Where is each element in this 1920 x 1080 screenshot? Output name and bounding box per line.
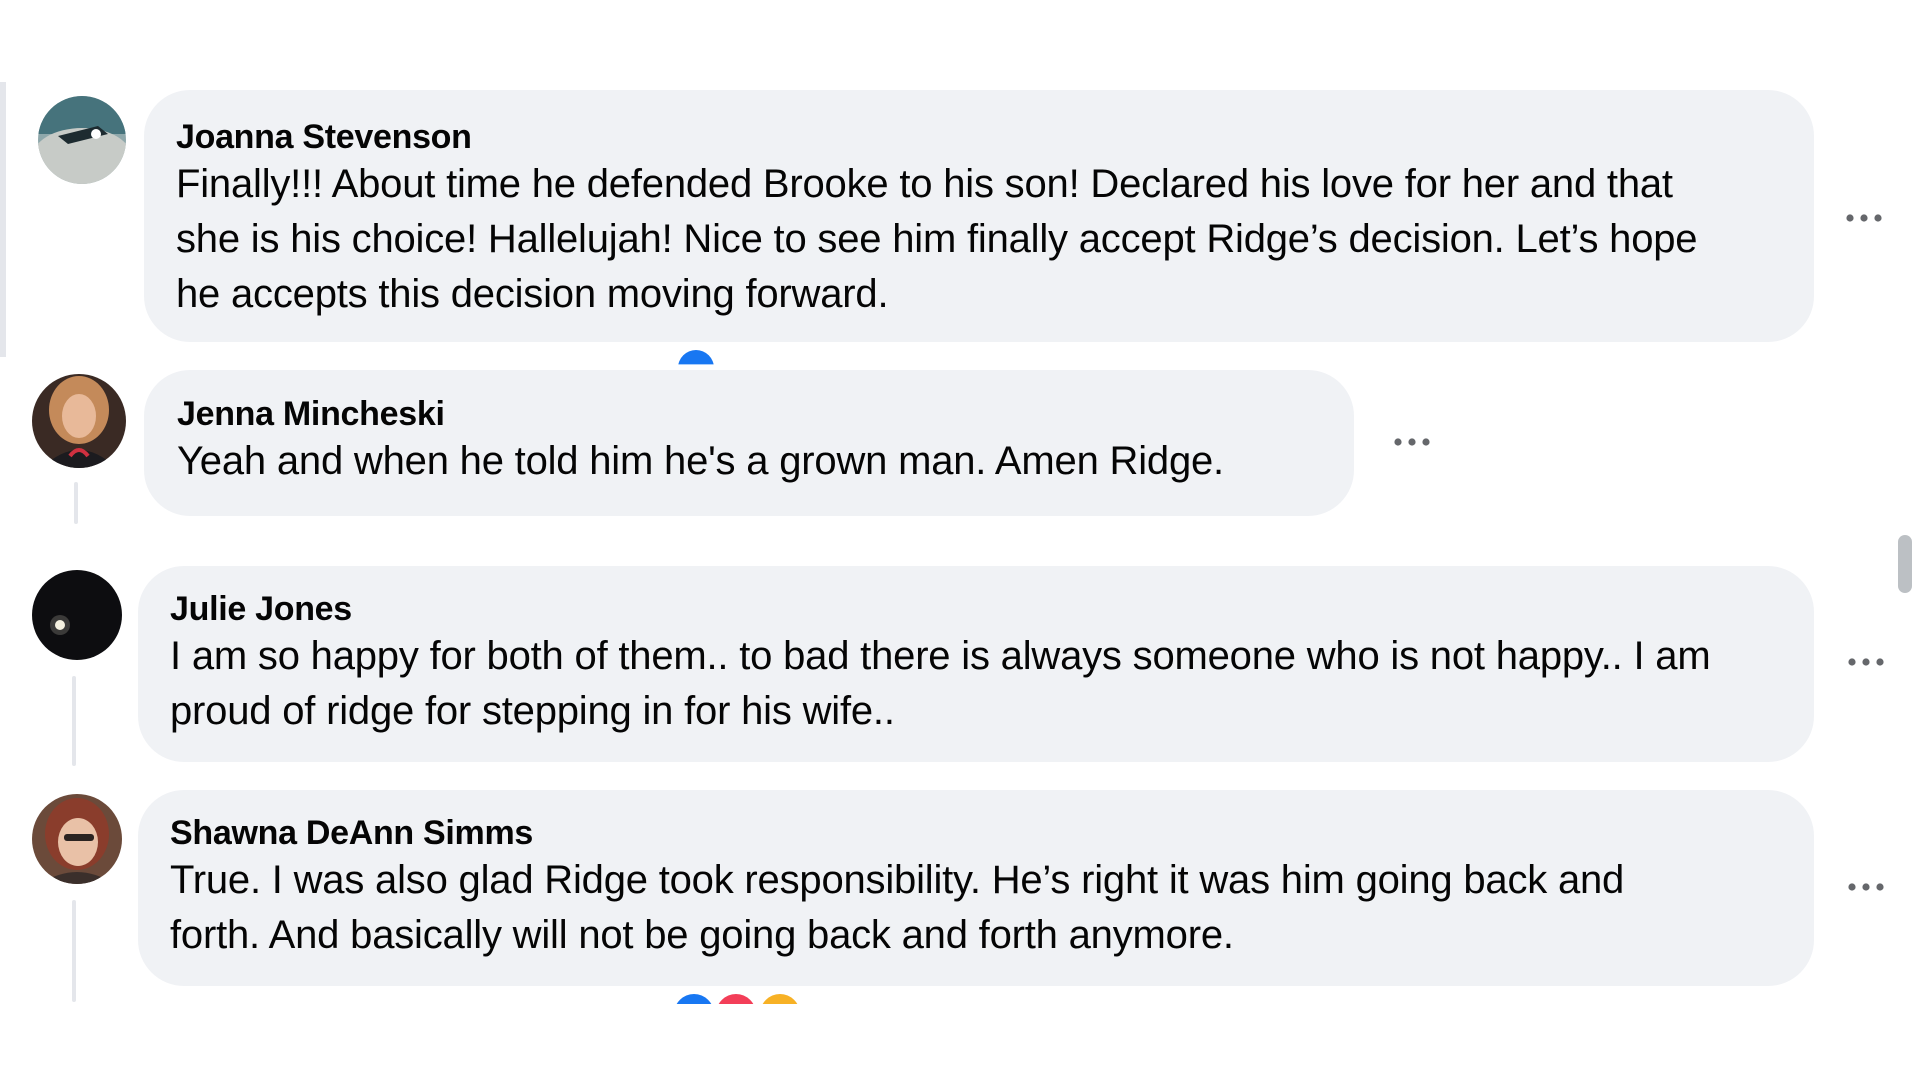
more-options-button[interactable] [1838, 867, 1894, 907]
like-reaction-icon[interactable] [674, 994, 714, 1004]
more-horizontal-icon [1846, 214, 1882, 222]
love-reaction-icon[interactable] [716, 994, 756, 1004]
more-horizontal-icon [1394, 438, 1430, 446]
scrollbar-thumb[interactable] [1898, 535, 1912, 593]
comment-text-line: she is his choice! Hallelujah! Nice to s… [176, 217, 1698, 261]
comment-bubble: Julie Jones I am so happy for both of th… [138, 566, 1814, 762]
avatar-photo [32, 570, 122, 660]
reply-thread-line [72, 676, 76, 766]
more-options-button[interactable] [1838, 642, 1894, 682]
comment-text-line: True. I was also glad Ridge took respons… [170, 858, 1625, 902]
more-horizontal-icon [1848, 883, 1884, 891]
thread-edge-bar [0, 82, 6, 357]
comment-text-line: Yeah and when he told him he's a grown m… [177, 439, 1224, 483]
avatar[interactable] [32, 374, 126, 468]
avatar-photo [38, 96, 126, 184]
comment-bubble: Joanna Stevenson Finally!!! About time h… [144, 90, 1814, 342]
comment-author[interactable]: Shawna DeAnn Simms [170, 814, 533, 853]
avatar[interactable] [38, 96, 126, 184]
reply-thread-line [74, 482, 78, 524]
avatar-photo [32, 374, 126, 468]
comment-text-line: he accepts this decision moving forward. [176, 272, 889, 316]
comment-bubble: Jenna Mincheski Yeah and when he told hi… [144, 370, 1354, 516]
comment-author[interactable]: Jenna Mincheski [177, 395, 445, 434]
avatar[interactable] [32, 794, 122, 884]
reply-thread-line [72, 900, 76, 1002]
comment-text-line: I am so happy for both of them.. to bad … [170, 634, 1711, 678]
comment-bubble: Shawna DeAnn Simms True. I was also glad… [138, 790, 1814, 986]
comment-text-line: Finally!!! About time he defended Brooke… [176, 162, 1673, 206]
comment-text-line: forth. And basically will not be going b… [170, 913, 1234, 957]
more-options-button[interactable] [1384, 422, 1440, 462]
comment-text-line: proud of ridge for stepping in for his w… [170, 689, 895, 733]
comment-author[interactable]: Joanna Stevenson [176, 118, 472, 157]
avatar-photo [32, 794, 122, 884]
more-options-button[interactable] [1836, 198, 1892, 238]
more-horizontal-icon [1848, 658, 1884, 666]
haha-reaction-icon[interactable] [760, 994, 800, 1004]
avatar[interactable] [32, 570, 122, 660]
comment-author[interactable]: Julie Jones [170, 590, 352, 629]
